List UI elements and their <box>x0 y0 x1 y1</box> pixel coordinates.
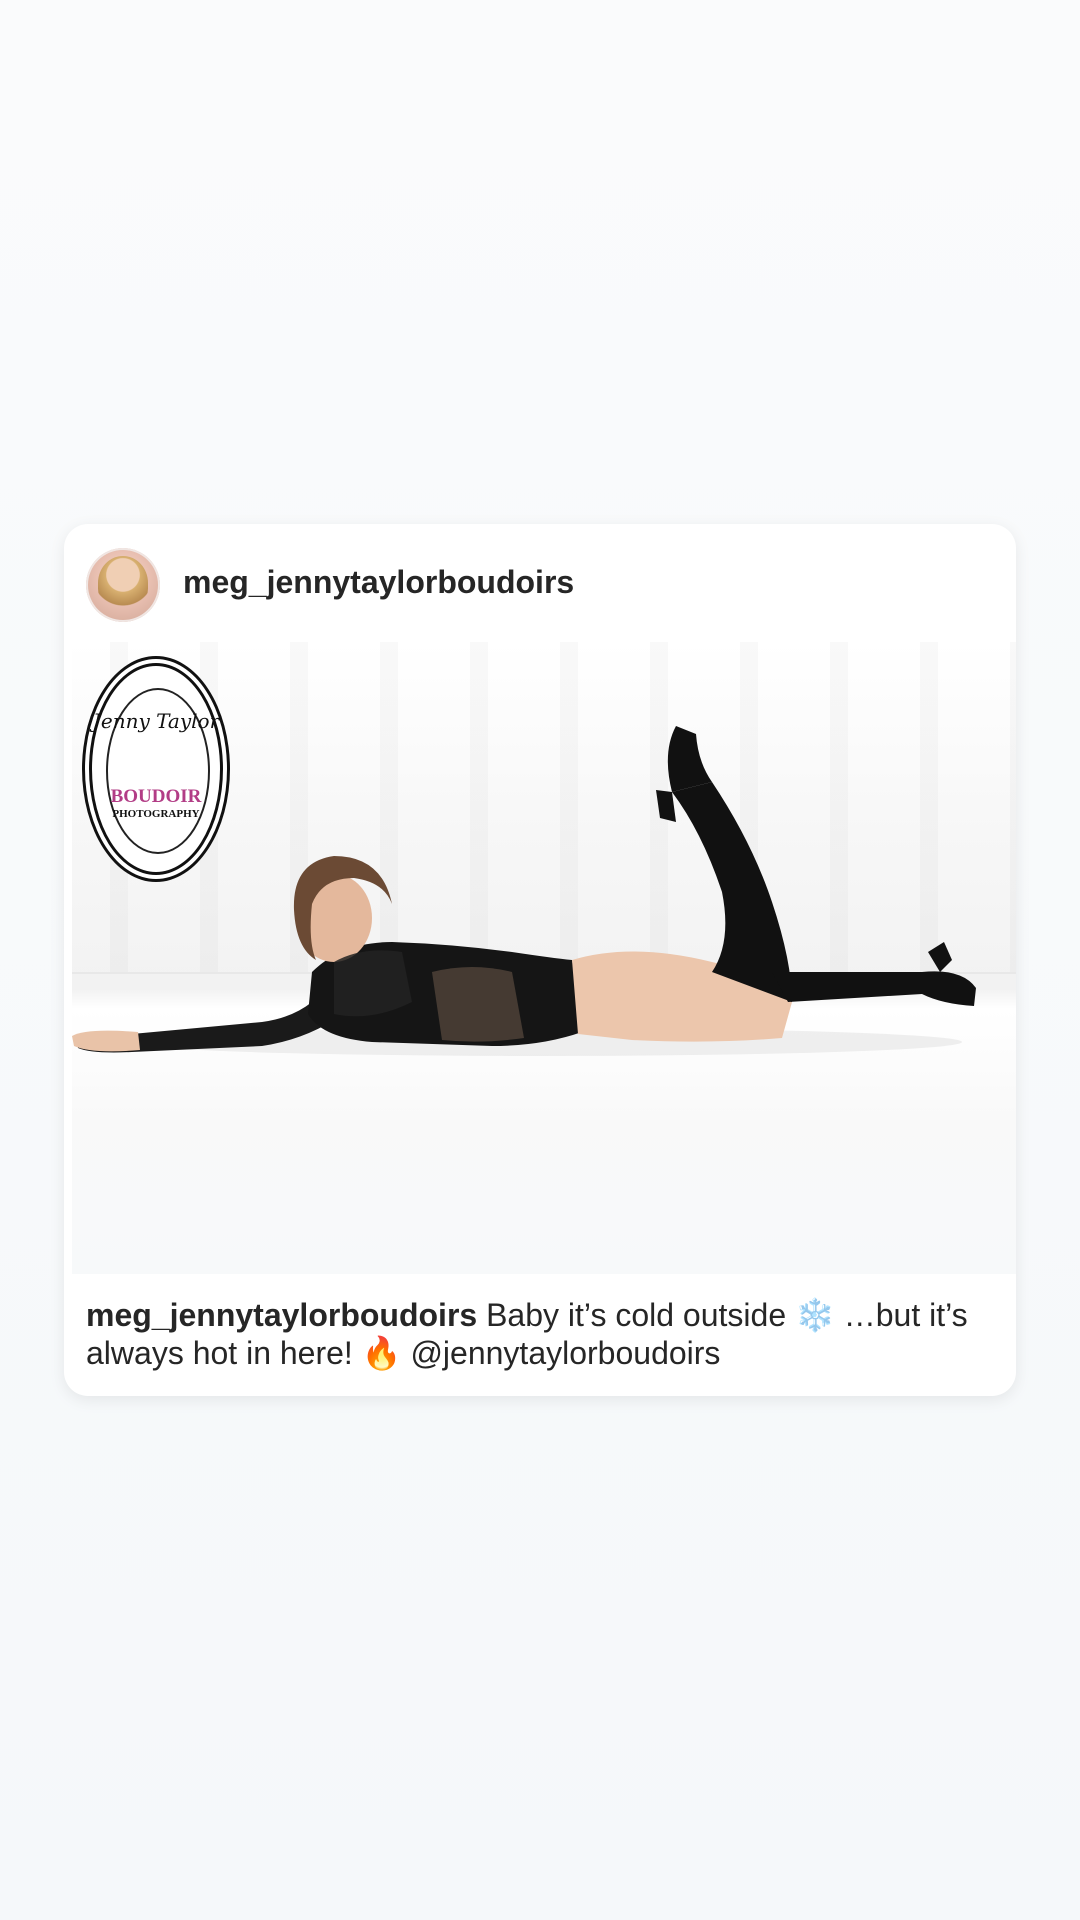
post-image[interactable]: Jenny Taylor BOUDOIR PHOTOGRAPHY <box>72 642 1016 1274</box>
watermark-script: Jenny Taylor <box>92 709 220 733</box>
caption-username[interactable]: meg_jennytaylorboudoirs <box>86 1297 477 1333</box>
post-caption: meg_jennytaylorboudoirs Baby it’s cold o… <box>86 1296 986 1372</box>
post-header: meg_jennytaylorboudoirs <box>64 524 1016 642</box>
username[interactable]: meg_jennytaylorboudoirs <box>183 564 574 601</box>
avatar[interactable] <box>86 548 160 622</box>
watermark-logo: Jenny Taylor BOUDOIR PHOTOGRAPHY <box>82 656 230 882</box>
watermark-subtitle: PHOTOGRAPHY <box>112 808 200 820</box>
avatar-photo <box>98 556 148 610</box>
watermark-title: BOUDOIR <box>110 786 202 807</box>
post-card: meg_jennytaylorboudoirs Jenny Taylor BOU… <box>64 524 1016 1396</box>
